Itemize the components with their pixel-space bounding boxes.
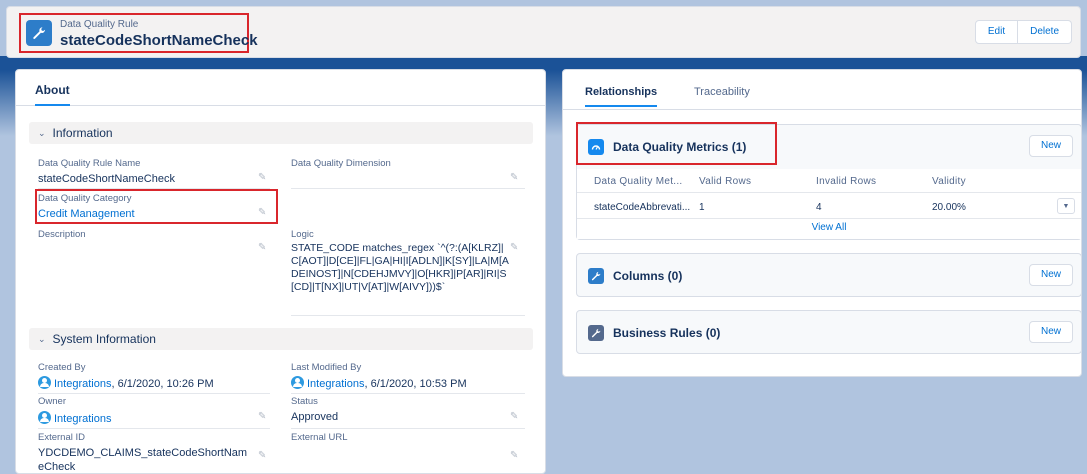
external-url-label: External URL bbox=[291, 432, 348, 443]
tab-relationships[interactable]: Relationships bbox=[585, 86, 658, 107]
wrench-icon bbox=[588, 268, 604, 284]
details-tabbar: About bbox=[16, 70, 545, 106]
category-link[interactable]: Credit Management bbox=[38, 208, 135, 220]
business-rules-related-list: Business Rules (0) New bbox=[576, 310, 1082, 354]
new-business-rule-button[interactable]: New bbox=[1028, 321, 1073, 343]
created-by-user-link[interactable]: Integrations bbox=[54, 378, 111, 390]
pencil-icon[interactable]: ✎ bbox=[510, 242, 518, 253]
details-card: About ⌄ Information Data Quality Rule Na… bbox=[15, 69, 546, 474]
chevron-down-icon: ⌄ bbox=[38, 127, 46, 138]
modified-by-value: Integrations, 6/1/2020, 10:53 PM bbox=[291, 376, 467, 390]
metric-name-link[interactable]: stateCodeAbbrevati... bbox=[594, 202, 690, 213]
divider bbox=[38, 428, 270, 429]
record-title: stateCodeShortNameCheck bbox=[60, 32, 258, 49]
pencil-icon[interactable]: ✎ bbox=[510, 411, 518, 422]
created-by-value: Integrations, 6/1/2020, 10:26 PM bbox=[38, 376, 214, 390]
column-header[interactable]: Invalid Rows bbox=[816, 176, 876, 187]
dimension-label: Data Quality Dimension bbox=[291, 158, 391, 169]
metrics-table: Data Quality Met... Valid Rows Invalid R… bbox=[577, 169, 1081, 239]
user-avatar-icon bbox=[291, 376, 304, 389]
new-metric-button[interactable]: New bbox=[1028, 135, 1073, 157]
header-actions: Edit Delete bbox=[974, 20, 1072, 44]
validity-cell: 20.00% bbox=[932, 202, 966, 213]
user-avatar-icon bbox=[38, 411, 51, 424]
modified-by-date: , 6/1/2020, 10:53 PM bbox=[364, 378, 467, 390]
pencil-icon[interactable]: ✎ bbox=[510, 450, 518, 461]
pencil-icon[interactable]: ✎ bbox=[258, 242, 266, 253]
owner-label: Owner bbox=[38, 396, 66, 407]
row-actions-dropdown[interactable]: ▼ bbox=[1057, 198, 1075, 214]
business-rules-title[interactable]: Business Rules (0) bbox=[613, 326, 720, 340]
pencil-icon[interactable]: ✎ bbox=[258, 450, 266, 461]
delete-button[interactable]: Delete bbox=[1018, 20, 1072, 44]
modified-by-label: Last Modified By bbox=[291, 362, 362, 373]
columns-related-list: Columns (0) New bbox=[576, 253, 1082, 297]
modified-by-user-link[interactable]: Integrations bbox=[307, 378, 364, 390]
category-label: Data Quality Category bbox=[38, 193, 132, 204]
change-owner-icon[interactable]: ✎ bbox=[258, 411, 266, 422]
created-by-date: , 6/1/2020, 10:26 PM bbox=[111, 378, 214, 390]
created-by-label: Created By bbox=[38, 362, 86, 373]
column-header[interactable]: Valid Rows bbox=[699, 176, 751, 187]
chevron-down-icon: ⌄ bbox=[38, 333, 46, 344]
view-all-link[interactable]: View All bbox=[577, 222, 1081, 233]
invalid-rows-cell: 4 bbox=[816, 202, 822, 213]
column-header[interactable]: Validity bbox=[932, 176, 966, 187]
logic-label: Logic bbox=[291, 229, 314, 240]
section-title: System Information bbox=[52, 332, 156, 346]
external-id-label: External ID bbox=[38, 432, 85, 443]
pencil-icon[interactable]: ✎ bbox=[510, 172, 518, 183]
rule-name-label: Data Quality Rule Name bbox=[38, 158, 141, 169]
columns-title[interactable]: Columns (0) bbox=[613, 269, 682, 283]
record-header: Data Quality Rule stateCodeShortNameChec… bbox=[6, 6, 1081, 58]
logic-value: STATE_CODE matches_regex `^(?:(A[KLRZ]|C… bbox=[291, 242, 509, 293]
status-label: Status bbox=[291, 396, 318, 407]
owner-value: Integrations bbox=[38, 411, 111, 425]
user-avatar-icon bbox=[38, 376, 51, 389]
metrics-highlight-box bbox=[576, 122, 777, 165]
divider bbox=[291, 428, 525, 429]
rule-name-value: stateCodeShortNameCheck bbox=[38, 173, 175, 185]
system-information-section-header[interactable]: ⌄ System Information bbox=[29, 328, 533, 350]
object-type-label: Data Quality Rule bbox=[60, 19, 139, 30]
section-title: Information bbox=[52, 126, 113, 140]
pencil-icon[interactable]: ✎ bbox=[258, 207, 266, 218]
tab-about[interactable]: About bbox=[35, 83, 70, 106]
divider bbox=[291, 393, 525, 394]
divider bbox=[577, 218, 1081, 219]
pencil-icon[interactable]: ✎ bbox=[258, 172, 266, 183]
information-section-header[interactable]: ⌄ Information bbox=[29, 122, 533, 144]
tab-divider bbox=[563, 109, 1081, 110]
description-label: Description bbox=[38, 229, 86, 240]
status-value: Approved bbox=[291, 411, 339, 423]
external-id-value: YDCDEMO_CLAIMS_stateCodeShortNameCheck bbox=[38, 447, 248, 473]
related-card: Relationships Traceability Data Quality … bbox=[562, 69, 1082, 377]
divider bbox=[38, 393, 270, 394]
column-header[interactable]: Data Quality Met... bbox=[594, 176, 683, 187]
divider bbox=[291, 315, 525, 316]
edit-button[interactable]: Edit bbox=[974, 20, 1019, 44]
tab-traceability[interactable]: Traceability bbox=[694, 86, 750, 98]
divider bbox=[577, 192, 1081, 193]
divider bbox=[291, 188, 525, 189]
new-column-button[interactable]: New bbox=[1028, 264, 1073, 286]
valid-rows-cell: 1 bbox=[699, 202, 705, 213]
wrench-icon bbox=[26, 20, 52, 46]
wrench-icon bbox=[588, 325, 604, 341]
owner-link[interactable]: Integrations bbox=[54, 413, 111, 425]
